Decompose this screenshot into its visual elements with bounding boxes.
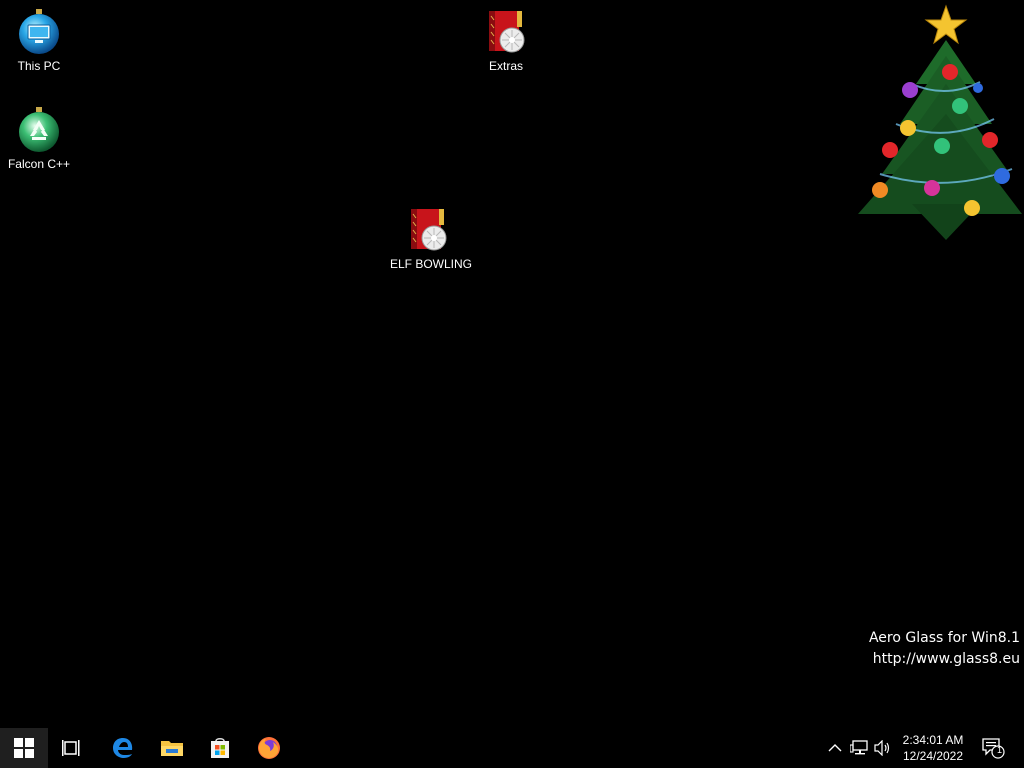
store-icon [211, 738, 229, 758]
clock-time: 2:34:01 AM [902, 733, 964, 747]
desktop-icon-label: This PC [17, 59, 61, 73]
watermark: Aero Glass for Win8.1 http://www.glass8.… [869, 628, 1020, 670]
taskbar: 2:34:01 AM 12/24/2022 1 [0, 728, 1024, 768]
action-center-button[interactable]: 1 [982, 738, 1006, 759]
volume-button[interactable] [873, 738, 893, 758]
notification-count: 1 [996, 745, 1002, 755]
network-icon [850, 740, 868, 755]
store-button[interactable] [196, 728, 244, 768]
gift-bag-icon [411, 209, 447, 251]
desktop-icon-label: Extras [488, 59, 523, 73]
desktop-icon-label: Falcon C++ [7, 157, 71, 171]
falcon-ornament-icon [19, 107, 59, 152]
desktop-icon-elf-bowling[interactable]: ELF BOWLING [390, 206, 473, 271]
task-view-icon [62, 740, 80, 756]
gift-bag-icon [489, 11, 525, 53]
christmas-tree-icon[interactable] [852, 4, 1024, 244]
desktop[interactable]: This PC Falcon C++ Extras ELF BOWLING Ae… [0, 0, 1024, 728]
folder-icon [161, 741, 183, 756]
desktop-icon-label: ELF BOWLING [390, 257, 473, 271]
watermark-line-1: Aero Glass for Win8.1 [868, 630, 1020, 646]
firefox-button[interactable] [245, 728, 293, 768]
this-pc-ornament-icon [19, 9, 59, 54]
desktop-icon-extras[interactable]: Extras [468, 8, 544, 73]
desktop-icon-falcon[interactable]: Falcon C++ [1, 106, 77, 171]
start-button[interactable] [0, 728, 48, 768]
task-view-button[interactable] [48, 728, 96, 768]
file-explorer-button[interactable] [148, 728, 196, 768]
clock-date: 12/24/2022 [902, 749, 964, 763]
clock[interactable]: 2:34:01 AM 12/24/2022 [898, 732, 968, 764]
edge-icon [113, 738, 133, 758]
firefox-icon [258, 737, 280, 759]
volume-icon [874, 740, 890, 756]
desktop-icon-this-pc[interactable]: This PC [1, 8, 77, 73]
chevron-up-icon [828, 744, 842, 752]
show-hidden-icons-button[interactable] [825, 738, 845, 758]
windows-logo-icon [14, 738, 34, 758]
network-button[interactable] [849, 738, 869, 758]
watermark-line-2: http://www.glass8.eu [872, 651, 1020, 667]
edge-button[interactable] [99, 728, 147, 768]
